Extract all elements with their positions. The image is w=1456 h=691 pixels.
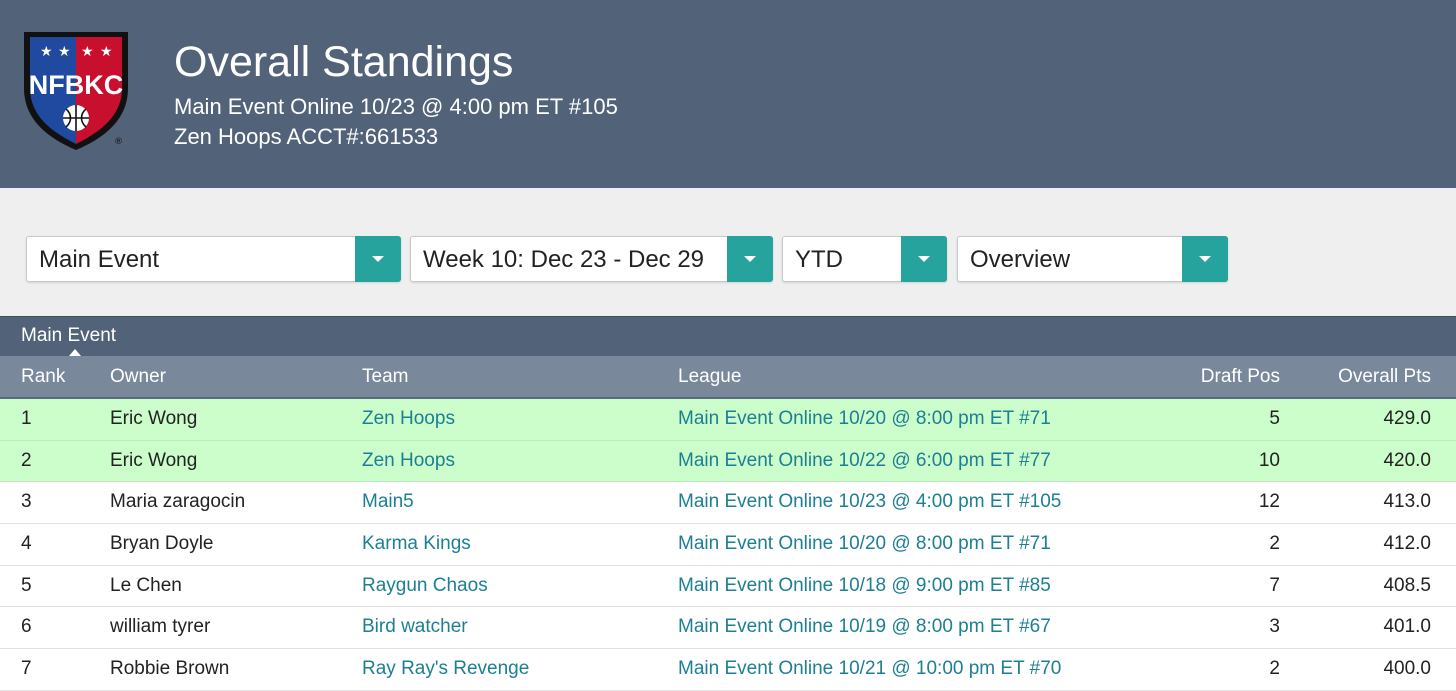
team-link[interactable]: Karma Kings: [362, 533, 471, 555]
week-select-value: Week 10: Dec 23 - Dec 29: [423, 246, 705, 273]
team-link[interactable]: Zen Hoops: [362, 450, 455, 472]
rank-cell: 3: [21, 491, 32, 513]
table-header: Rank Owner Team League Draft Pos Overall…: [0, 356, 1456, 399]
event-select[interactable]: Main Event: [26, 236, 401, 282]
event-dropdown-button[interactable]: [355, 236, 401, 282]
page-title: Overall Standings: [174, 38, 514, 86]
overall-pts-cell: 429.0: [1383, 408, 1431, 429]
rank-cell: 6: [21, 616, 32, 638]
rank-cell: 2: [21, 449, 32, 471]
col-header-league[interactable]: League: [678, 366, 741, 388]
owner-cell: Bryan Doyle: [110, 533, 214, 555]
rank-cell: 5: [21, 574, 32, 596]
draft-pos-cell: 5: [1269, 408, 1280, 429]
chevron-down-icon: [744, 256, 756, 262]
draft-pos-cell: 2: [1269, 658, 1280, 680]
draft-pos-cell: 12: [1258, 491, 1280, 513]
league-link[interactable]: Main Event Online 10/20 @ 8:00 pm ET #71: [678, 408, 1051, 430]
draft-pos-cell: 2: [1269, 533, 1280, 555]
view-dropdown-button[interactable]: [1182, 236, 1228, 282]
league-link[interactable]: Main Event Online 10/22 @ 6:00 pm ET #77: [678, 450, 1051, 472]
week-dropdown-button[interactable]: [727, 236, 773, 282]
rank-cell: 7: [21, 658, 32, 680]
team-link[interactable]: Bird watcher: [362, 616, 468, 638]
col-header-rank[interactable]: Rank: [21, 366, 65, 388]
table-row: 6 william tyrer Bird watcher Main Event …: [0, 607, 1456, 650]
nfbkc-logo: ★ ★ ★ ★ NFBKC ®: [24, 32, 128, 150]
team-link[interactable]: Main5: [362, 491, 414, 513]
chevron-down-icon: [372, 256, 384, 262]
svg-text:★: ★: [58, 44, 71, 60]
standings-table-body: 1 Eric Wong Zen Hoops Main Event Online …: [0, 399, 1456, 691]
view-select[interactable]: Overview: [957, 236, 1228, 282]
draft-pos-cell: 10: [1258, 449, 1280, 471]
overall-pts-cell: 413.0: [1383, 491, 1431, 513]
owner-cell: william tyrer: [110, 616, 211, 638]
col-header-draft-pos[interactable]: Draft Pos: [1201, 366, 1280, 388]
league-link[interactable]: Main Event Online 10/20 @ 8:00 pm ET #71: [678, 533, 1051, 555]
rank-cell: 1: [21, 408, 32, 429]
svg-text:★: ★: [81, 44, 94, 60]
chevron-down-icon: [1199, 256, 1211, 262]
filter-bar: Main Event Week 10: Dec 23 - Dec 29 YTD …: [0, 236, 1456, 284]
owner-cell: Eric Wong: [110, 449, 198, 471]
period-select-value: YTD: [795, 246, 843, 273]
league-link[interactable]: Main Event Online 10/21 @ 10:00 pm ET #7…: [678, 658, 1061, 680]
owner-cell: Eric Wong: [110, 408, 198, 429]
tab-bar: Main Event: [0, 316, 1456, 356]
overall-pts-cell: 420.0: [1383, 449, 1431, 471]
rank-cell: 4: [21, 533, 32, 555]
period-select[interactable]: YTD: [782, 236, 947, 282]
account-info: Zen Hoops ACCT#:661533: [174, 124, 439, 149]
overall-pts-cell: 412.0: [1383, 533, 1431, 555]
period-dropdown-button[interactable]: [901, 236, 947, 282]
table-row: 2 Eric Wong Zen Hoops Main Event Online …: [0, 440, 1456, 483]
active-tab-indicator: [69, 349, 81, 356]
league-link[interactable]: Main Event Online 10/23 @ 4:00 pm ET #10…: [678, 491, 1061, 513]
chevron-down-icon: [918, 256, 930, 262]
owner-cell: Le Chen: [110, 574, 182, 596]
logo-wordmark: NFBKC: [29, 70, 124, 100]
col-header-overall-pts[interactable]: Overall Pts: [1338, 366, 1431, 388]
league-link[interactable]: Main Event Online 10/18 @ 9:00 pm ET #85: [678, 575, 1051, 597]
table-row: 5 Le Chen Raygun Chaos Main Event Online…: [0, 565, 1456, 608]
table-row: 1 Eric Wong Zen Hoops Main Event Online …: [0, 399, 1456, 441]
team-link[interactable]: Ray Ray's Revenge: [362, 658, 529, 680]
league-link[interactable]: Main Event Online 10/19 @ 8:00 pm ET #67: [678, 616, 1051, 638]
owner-cell: Robbie Brown: [110, 658, 230, 680]
team-link[interactable]: Zen Hoops: [362, 408, 455, 430]
week-select[interactable]: Week 10: Dec 23 - Dec 29: [410, 236, 773, 282]
table-row: 3 Maria zaragocin Main5 Main Event Onlin…: [0, 482, 1456, 525]
draft-pos-cell: 7: [1269, 574, 1280, 596]
col-header-owner[interactable]: Owner: [110, 366, 166, 388]
col-header-team[interactable]: Team: [362, 366, 408, 388]
svg-text:®: ®: [114, 137, 123, 147]
table-row: 7 Robbie Brown Ray Ray's Revenge Main Ev…: [0, 649, 1456, 691]
draft-pos-cell: 3: [1269, 616, 1280, 638]
tab-main-event[interactable]: Main Event: [21, 325, 116, 347]
overall-pts-cell: 400.0: [1383, 658, 1431, 680]
view-select-value: Overview: [970, 246, 1071, 273]
event-select-value: Main Event: [39, 246, 160, 273]
page-subtitle: Main Event Online 10/23 @ 4:00 pm ET #10…: [174, 94, 618, 119]
overall-pts-cell: 408.5: [1383, 574, 1431, 596]
svg-text:★: ★: [100, 44, 113, 60]
table-row: 4 Bryan Doyle Karma Kings Main Event Onl…: [0, 524, 1456, 566]
owner-cell: Maria zaragocin: [110, 491, 246, 513]
svg-text:★: ★: [40, 44, 53, 60]
overall-pts-cell: 401.0: [1383, 616, 1431, 638]
page-header: ★ ★ ★ ★ NFBKC ® Overall Standings Main E…: [0, 0, 1456, 188]
team-link[interactable]: Raygun Chaos: [362, 575, 488, 597]
